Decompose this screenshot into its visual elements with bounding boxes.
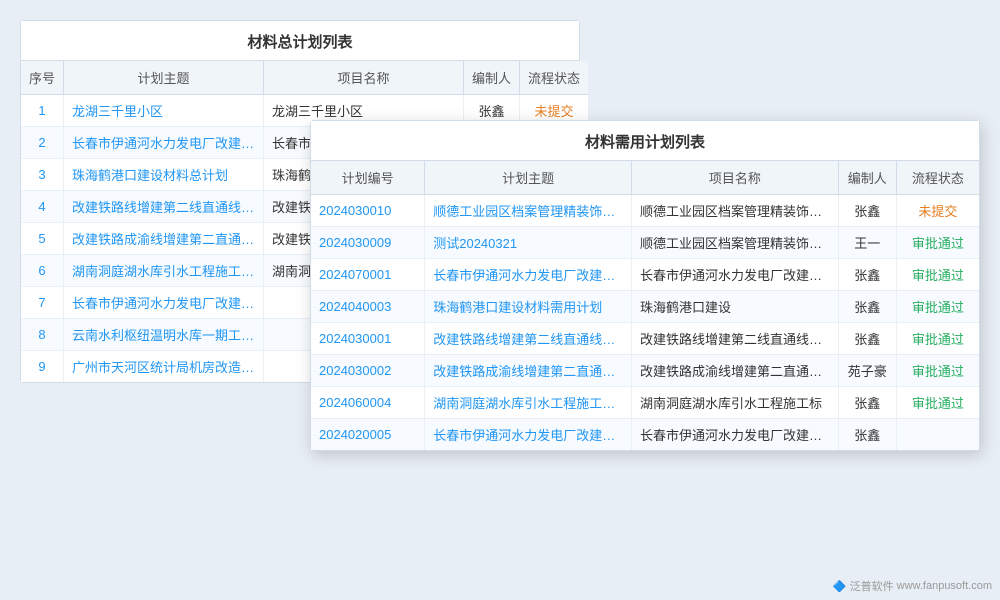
table2-cell-editor: 苑子豪 — [838, 355, 896, 387]
table1-cell-theme[interactable]: 改建铁路成渝线增建第二直通线（成渝枢纽... — [64, 223, 264, 255]
watermark-logo: 🔷 — [833, 580, 847, 593]
table1-cell-theme[interactable]: 长春市伊通河水力发电厂改建工程材料总计划 — [64, 287, 264, 319]
table1-cell-seq: 2 — [21, 127, 64, 159]
table1-cell-seq: 1 — [21, 95, 64, 127]
table2-cell-project: 顺德工业园区档案管理精装饰工程（... — [632, 195, 839, 227]
table2-cell-status: 未提交 — [896, 195, 979, 227]
table2-cell-no[interactable]: 2024030001 — [311, 323, 425, 355]
table1-cell-seq: 3 — [21, 159, 64, 191]
table1-cell-seq: 5 — [21, 223, 64, 255]
table2-header-theme: 计划主题 — [425, 161, 632, 195]
table2-cell-no[interactable]: 2024030009 — [311, 227, 425, 259]
table2-cell-project: 顺德工业园区档案管理精装饰工程（... — [632, 227, 839, 259]
table2-cell-status: 审批通过 — [896, 323, 979, 355]
table2-cell-project: 湖南洞庭湖水库引水工程施工标 — [632, 387, 839, 419]
table2-cell-editor: 张鑫 — [838, 419, 896, 451]
table2-cell-status: 审批通过 — [896, 259, 979, 291]
table2-cell-theme[interactable]: 改建铁路线增建第二线直通线（成都... — [425, 323, 632, 355]
table1-cell-seq: 7 — [21, 287, 64, 319]
table2-cell-editor: 张鑫 — [838, 259, 896, 291]
table2-header-editor: 编制人 — [838, 161, 896, 195]
table2-row[interactable]: 2024060004 湖南洞庭湖水库引水工程施工标材料... 湖南洞庭湖水库引水… — [311, 387, 979, 419]
table2-cell-no[interactable]: 2024070001 — [311, 259, 425, 291]
table1-cell-theme[interactable]: 珠海鹤港口建设材料总计划 — [64, 159, 264, 191]
table2-cell-theme[interactable]: 珠海鹤港口建设材料需用计划 — [425, 291, 632, 323]
table2-cell-no[interactable]: 2024020005 — [311, 419, 425, 451]
table2-cell-status — [896, 419, 979, 451]
table2-cell-theme[interactable]: 长春市伊通河水力发电厂改建工程合... — [425, 259, 632, 291]
table1-cell-theme[interactable]: 龙湖三千里小区 — [64, 95, 264, 127]
table1-header-seq: 序号 — [21, 61, 64, 95]
table1-title: 材料总计划列表 — [21, 21, 579, 61]
table1-header-editor: 编制人 — [464, 61, 520, 95]
table2-cell-project: 珠海鹤港口建设 — [632, 291, 839, 323]
watermark: 🔷 泛普软件 www.fanpusoft.com — [833, 578, 992, 594]
table2-cell-theme[interactable]: 改建铁路成渝线增建第二直通线（成... — [425, 355, 632, 387]
table2-cell-status: 审批通过 — [896, 387, 979, 419]
table2-cell-project: 长春市伊通河水力发电厂改建工程 — [632, 419, 839, 451]
table2-row[interactable]: 2024070001 长春市伊通河水力发电厂改建工程合... 长春市伊通河水力发… — [311, 259, 979, 291]
table2-row[interactable]: 2024030010 顺德工业园区档案管理精装饰工程（... 顺德工业园区档案管… — [311, 195, 979, 227]
table2-cell-editor: 王一 — [838, 227, 896, 259]
table2-cell-theme[interactable]: 顺德工业园区档案管理精装饰工程（... — [425, 195, 632, 227]
table2-cell-no[interactable]: 2024030010 — [311, 195, 425, 227]
table1-cell-seq: 4 — [21, 191, 64, 223]
table2-cell-no[interactable]: 2024040003 — [311, 291, 425, 323]
table1-cell-theme[interactable]: 改建铁路线增建第二线直通线（成都-西安）... — [64, 191, 264, 223]
table1-cell-seq: 8 — [21, 319, 64, 351]
table1-header-status: 流程状态 — [520, 61, 589, 95]
table2-cell-theme[interactable]: 长春市伊通河水力发电厂改建工程材... — [425, 419, 632, 451]
table2-title: 材料需用计划列表 — [311, 121, 979, 161]
table1-cell-theme[interactable]: 云南水利枢纽温明水库一期工程施工标材料... — [64, 319, 264, 351]
table2-cell-theme[interactable]: 测试20240321 — [425, 227, 632, 259]
table2-row[interactable]: 2024030001 改建铁路线增建第二线直通线（成都... 改建铁路线增建第二… — [311, 323, 979, 355]
table1-header-theme: 计划主题 — [64, 61, 264, 95]
table2-header-row: 计划编号 计划主题 项目名称 编制人 流程状态 — [311, 161, 979, 195]
table1-cell-theme[interactable]: 长春市伊通河水力发电厂改建工程合同材料... — [64, 127, 264, 159]
table2-row[interactable]: 2024030002 改建铁路成渝线增建第二直通线（成... 改建铁路成渝线增建… — [311, 355, 979, 387]
table2-cell-status: 审批通过 — [896, 227, 979, 259]
table2-cell-editor: 张鑫 — [838, 291, 896, 323]
table2-cell-no[interactable]: 2024030002 — [311, 355, 425, 387]
table1-cell-seq: 6 — [21, 255, 64, 287]
material-demand-plan-panel: 材料需用计划列表 计划编号 计划主题 项目名称 编制人 流程状态 2024030… — [310, 120, 980, 451]
table2-header-status: 流程状态 — [896, 161, 979, 195]
table2-row[interactable]: 2024030009 测试20240321 顺德工业园区档案管理精装饰工程（..… — [311, 227, 979, 259]
table2-header-project: 项目名称 — [632, 161, 839, 195]
table2-row[interactable]: 2024020005 长春市伊通河水力发电厂改建工程材... 长春市伊通河水力发… — [311, 419, 979, 451]
table1-header-row: 序号 计划主题 项目名称 编制人 流程状态 — [21, 61, 588, 95]
table2-row[interactable]: 2024040003 珠海鹤港口建设材料需用计划 珠海鹤港口建设 张鑫 审批通过 — [311, 291, 979, 323]
table2-cell-editor: 张鑫 — [838, 387, 896, 419]
watermark-url: www.fanpusoft.com — [897, 580, 992, 592]
table1-header-project: 项目名称 — [264, 61, 464, 95]
table2-table: 计划编号 计划主题 项目名称 编制人 流程状态 2024030010 顺德工业园… — [311, 161, 979, 450]
table2-cell-editor: 张鑫 — [838, 195, 896, 227]
table2-cell-status: 审批通过 — [896, 355, 979, 387]
table1-cell-seq: 9 — [21, 351, 64, 383]
table2-header-no: 计划编号 — [311, 161, 425, 195]
table2-cell-project: 长春市伊通河水力发电厂改建工程 — [632, 259, 839, 291]
watermark-name: 泛普软件 — [850, 578, 894, 594]
table1-cell-theme[interactable]: 广州市天河区统计局机房改造项目材料总计划 — [64, 351, 264, 383]
table2-cell-no[interactable]: 2024060004 — [311, 387, 425, 419]
table1-cell-theme[interactable]: 湖南洞庭湖水库引水工程施工标材料总计划 — [64, 255, 264, 287]
table2-cell-project: 改建铁路成渝线增建第二直通线（成... — [632, 355, 839, 387]
table2-cell-theme[interactable]: 湖南洞庭湖水库引水工程施工标材料... — [425, 387, 632, 419]
table2-cell-status: 审批通过 — [896, 291, 979, 323]
table2-cell-editor: 张鑫 — [838, 323, 896, 355]
table2-cell-project: 改建铁路线增建第二线直通线（成都... — [632, 323, 839, 355]
